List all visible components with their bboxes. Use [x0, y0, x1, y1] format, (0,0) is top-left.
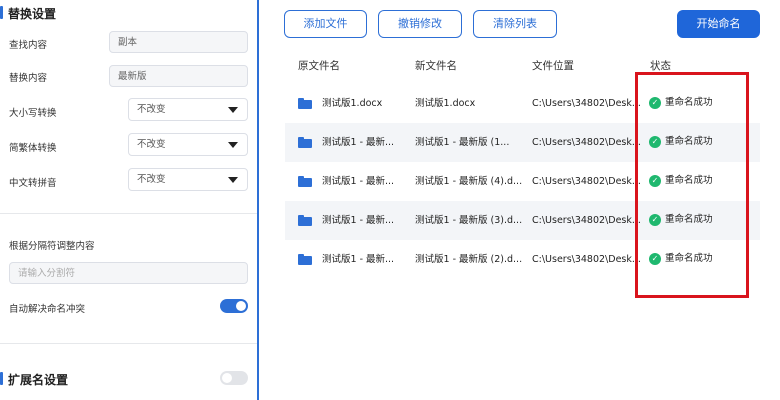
case-select[interactable]: 不改变: [128, 98, 248, 121]
undo-button[interactable]: 撤销修改: [378, 10, 462, 38]
conflict-label: 自动解决命名冲突: [9, 304, 86, 315]
cell-original: 测试版1 - 最新...: [322, 254, 395, 265]
case-select-value: 不改变: [137, 104, 166, 115]
caret-down-icon: [228, 107, 238, 113]
caret-down-icon: [228, 177, 238, 183]
header-location: 文件位置: [532, 60, 574, 72]
add-files-button[interactable]: 添加文件: [284, 10, 367, 38]
separator-label: 根据分隔符调整内容: [9, 241, 95, 252]
folder-icon: [298, 98, 312, 109]
cell-original: 测试版1 - 最新...: [322, 176, 395, 187]
cell-location: C:\Users\34802\Desk...: [532, 98, 640, 109]
divider: [0, 213, 257, 214]
ext-toggle[interactable]: [220, 371, 248, 385]
header-original: 原文件名: [298, 60, 340, 72]
header-status: 状态: [650, 60, 671, 72]
folder-icon: [298, 215, 312, 226]
trad-label: 简繁体转换: [9, 143, 57, 154]
cell-location: C:\Users\34802\Desk...: [532, 137, 640, 148]
replace-input[interactable]: 最新版: [109, 65, 248, 87]
pinyin-select[interactable]: 不改变: [128, 168, 248, 191]
trad-select-value: 不改变: [137, 139, 166, 150]
find-label: 查找内容: [9, 40, 48, 51]
cell-new: 测试版1.docx: [415, 98, 476, 109]
start-rename-button[interactable]: 开始命名: [677, 10, 760, 38]
separator-input[interactable]: 请输入分割符: [9, 262, 248, 284]
divider: [0, 343, 257, 344]
cell-new: 测试版1 - 最新版 (3).d...: [415, 215, 523, 226]
clear-list-button[interactable]: 清除列表: [473, 10, 557, 38]
caret-down-icon: [228, 142, 238, 148]
highlight-box: [635, 72, 749, 298]
header-new: 新文件名: [415, 60, 457, 72]
cell-original: 测试版1.docx: [322, 98, 383, 109]
conflict-toggle[interactable]: [220, 299, 248, 313]
case-label: 大小写转换: [9, 108, 57, 119]
ext-settings-title: 扩展名设置: [0, 371, 68, 388]
cell-location: C:\Users\34802\Desk...: [532, 215, 640, 226]
folder-icon: [298, 254, 312, 265]
folder-icon: [298, 176, 312, 187]
cell-new: 测试版1 - 最新版 (2).d...: [415, 254, 523, 265]
toggle-knob: [222, 373, 232, 383]
pinyin-label: 中文转拼音: [9, 178, 57, 189]
cell-new: 测试版1 - 最新版 (4).d...: [415, 176, 523, 187]
panel-divider: [257, 0, 259, 400]
toggle-knob: [236, 301, 246, 311]
cell-location: C:\Users\34802\Desk...: [532, 254, 640, 265]
pinyin-select-value: 不改变: [137, 174, 166, 185]
replace-settings-title: 替换设置: [0, 5, 56, 22]
settings-panel: 替换设置 查找内容 副本 替换内容 最新版 大小写转换 不改变 简繁体转换 不改…: [0, 0, 257, 400]
trad-select[interactable]: 不改变: [128, 133, 248, 156]
cell-original: 测试版1 - 最新...: [322, 215, 395, 226]
cell-location: C:\Users\34802\Desk...: [532, 176, 640, 187]
replace-label: 替换内容: [9, 73, 48, 84]
find-input[interactable]: 副本: [109, 31, 248, 53]
folder-icon: [298, 137, 312, 148]
cell-original: 测试版1 - 最新...: [322, 137, 395, 148]
cell-new: 测试版1 - 最新版 (1...: [415, 137, 510, 148]
